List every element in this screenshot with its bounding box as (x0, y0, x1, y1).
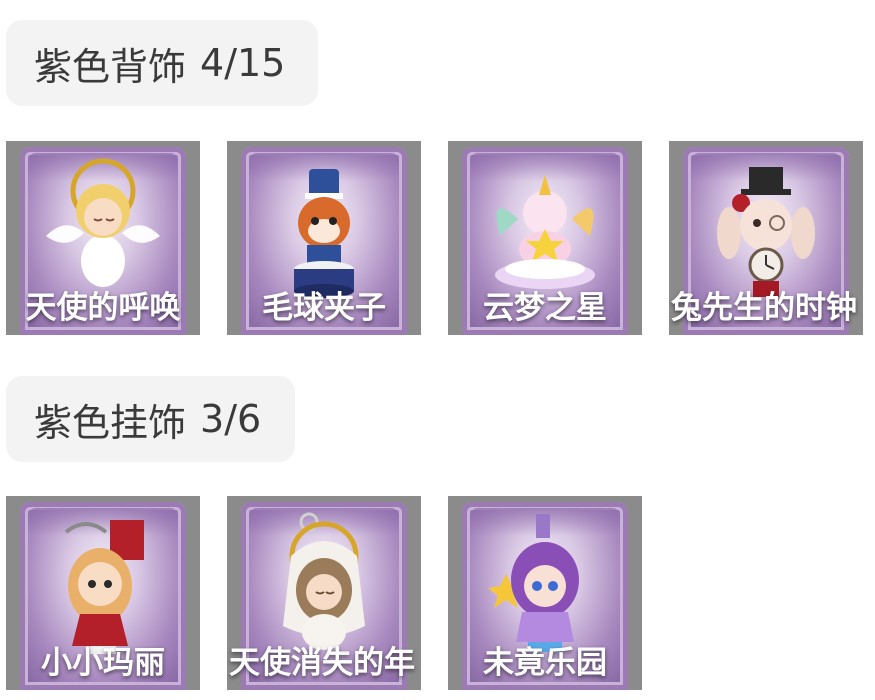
item-name: 小小玛丽 (41, 645, 165, 681)
item-card[interactable]: 毛球夹子 (227, 141, 421, 335)
item-card[interactable]: 兔先生的时钟 (669, 141, 863, 335)
item-card[interactable]: 天使消失的年 (227, 496, 421, 690)
item-name: 毛球夹子 (262, 290, 386, 326)
item-name: 兔先生的时钟 (671, 290, 857, 326)
item-name: 天使的呼唤 (25, 290, 181, 326)
item-card[interactable]: 小小玛丽 (6, 496, 200, 690)
item-name: 天使消失的年 (229, 645, 415, 681)
section-header-back-accessories: 紫色背饰 4/15 (6, 20, 318, 106)
section-header-hanging-accessories: 紫色挂饰 3/6 (6, 376, 295, 462)
item-card[interactable]: 未竟乐园 (448, 496, 642, 690)
item-card[interactable]: 云梦之星 (448, 141, 642, 335)
section-title: 紫色背饰 (34, 44, 187, 89)
item-grid-back-accessories: 天使的呼唤 毛球夹子 云梦之星 兔先生的时钟 (6, 141, 863, 335)
item-name: 未竟乐园 (483, 645, 607, 681)
section-count: 3/6 (200, 397, 262, 441)
section-title: 紫色挂饰 (34, 400, 187, 445)
item-card[interactable]: 天使的呼唤 (6, 141, 200, 335)
item-grid-hanging-accessories: 小小玛丽 天使消失的年 未竟乐园 (6, 496, 642, 690)
item-name: 云梦之星 (483, 290, 607, 326)
section-count: 4/15 (200, 41, 286, 85)
